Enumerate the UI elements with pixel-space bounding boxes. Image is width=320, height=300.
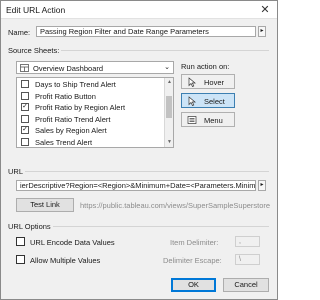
sheet-checkbox[interactable] <box>21 80 29 88</box>
url-insert-arrow-icon[interactable]: ▸ <box>258 180 266 191</box>
sheet-item-label: Profit Ratio Button <box>35 91 96 101</box>
sheet-item[interactable]: Profit Ratio Trend Alert <box>17 113 165 125</box>
url-field[interactable]: ierDescriptive?Region=<Region>&Minimum+D… <box>16 180 256 191</box>
sheet-item[interactable]: Sales Trend Alert <box>17 136 165 148</box>
sheet-checkbox[interactable] <box>21 137 29 146</box>
scroll-down-icon[interactable]: ▼ <box>165 138 173 147</box>
menu-icon <box>187 116 197 124</box>
sheet-checkbox-checked[interactable]: ✓ <box>21 126 29 134</box>
url-section-label: URL <box>8 167 24 176</box>
list-scrollbar[interactable]: ▲ ▼ <box>164 78 173 147</box>
dashboard-dropdown[interactable]: Overview Dashboard ⌄ <box>16 61 174 74</box>
divider <box>53 226 269 227</box>
delimiter-escape-field[interactable]: \ <box>235 254 260 265</box>
dashboard-dropdown-value: Overview Dashboard <box>33 64 104 73</box>
dialog-title: Edit URL Action <box>6 5 66 15</box>
sheet-item-label: Profit Ratio Trend Alert <box>35 114 111 124</box>
sheet-item-label: Sales Trend Alert <box>35 137 93 147</box>
menu-label: Menu <box>204 116 223 125</box>
hover-button[interactable]: Hover <box>181 74 235 89</box>
sheet-item-label: Days to Ship Trend Alert <box>35 80 116 89</box>
close-icon[interactable]: ✕ <box>258 3 272 17</box>
title-bar: Edit URL Action ✕ <box>1 1 277 19</box>
divider <box>25 171 269 172</box>
edit-url-action-dialog: Edit URL Action ✕ Name: Passing Region F… <box>0 0 278 300</box>
sheet-checkbox-checked[interactable]: ✓ <box>21 103 29 111</box>
sheet-item[interactable]: ✓ Profit Ratio by Region Alert <box>17 101 165 113</box>
select-label: Select <box>204 97 225 106</box>
chevron-down-icon: ⌄ <box>164 64 170 71</box>
allow-multiple-checkbox[interactable] <box>16 255 25 264</box>
allow-multiple-label: Allow Multiple Values <box>30 256 101 265</box>
select-button[interactable]: Select <box>181 93 235 108</box>
sheet-item-label: Profit Ratio by Region Alert <box>35 103 126 112</box>
divider <box>61 50 269 51</box>
url-encode-checkbox[interactable] <box>16 237 25 246</box>
name-insert-arrow-icon[interactable]: ▸ <box>258 26 266 37</box>
ok-button[interactable]: OK <box>171 278 216 292</box>
sheet-checkbox[interactable] <box>21 114 29 123</box>
hover-label: Hover <box>204 78 225 87</box>
sheet-item[interactable]: Profit Ratio Button <box>17 90 165 102</box>
sheet-item[interactable]: ✓ Sales by Region Alert <box>17 124 165 136</box>
test-link-button[interactable]: Test Link <box>16 198 74 212</box>
url-options-label: URL Options <box>8 222 51 231</box>
source-sheets-label: Source Sheets: <box>8 46 60 55</box>
scroll-thumb[interactable] <box>166 96 172 118</box>
name-label: Name: <box>8 28 31 37</box>
cursor-icon <box>188 77 196 87</box>
url-encode-label: URL Encode Data Values <box>30 238 115 247</box>
scroll-up-icon[interactable]: ▲ <box>165 78 173 87</box>
delimiter-escape-label: Delimiter Escape: <box>163 256 222 265</box>
pointer-icon <box>188 96 196 106</box>
sheet-checkbox[interactable] <box>21 91 29 100</box>
name-field[interactable]: Passing Region Filter and Date Range Par… <box>36 26 256 37</box>
sheet-item[interactable]: Days to Ship Trend Alert <box>17 78 165 90</box>
menu-button[interactable]: Menu <box>181 112 235 127</box>
item-delimiter-field[interactable]: , <box>235 236 260 247</box>
source-sheet-list[interactable]: Days to Ship Trend Alert Profit Ratio Bu… <box>16 77 174 148</box>
item-delimiter-label: Item Delimiter: <box>170 238 219 247</box>
cancel-button[interactable]: Cancel <box>223 278 269 292</box>
url-preview: https://public.tableau.com/views/SuperSa… <box>80 201 271 210</box>
run-action-label: Run action on: <box>181 62 230 71</box>
sheet-item-label: Sales by Region Alert <box>35 126 107 135</box>
dashboard-icon <box>20 64 29 72</box>
